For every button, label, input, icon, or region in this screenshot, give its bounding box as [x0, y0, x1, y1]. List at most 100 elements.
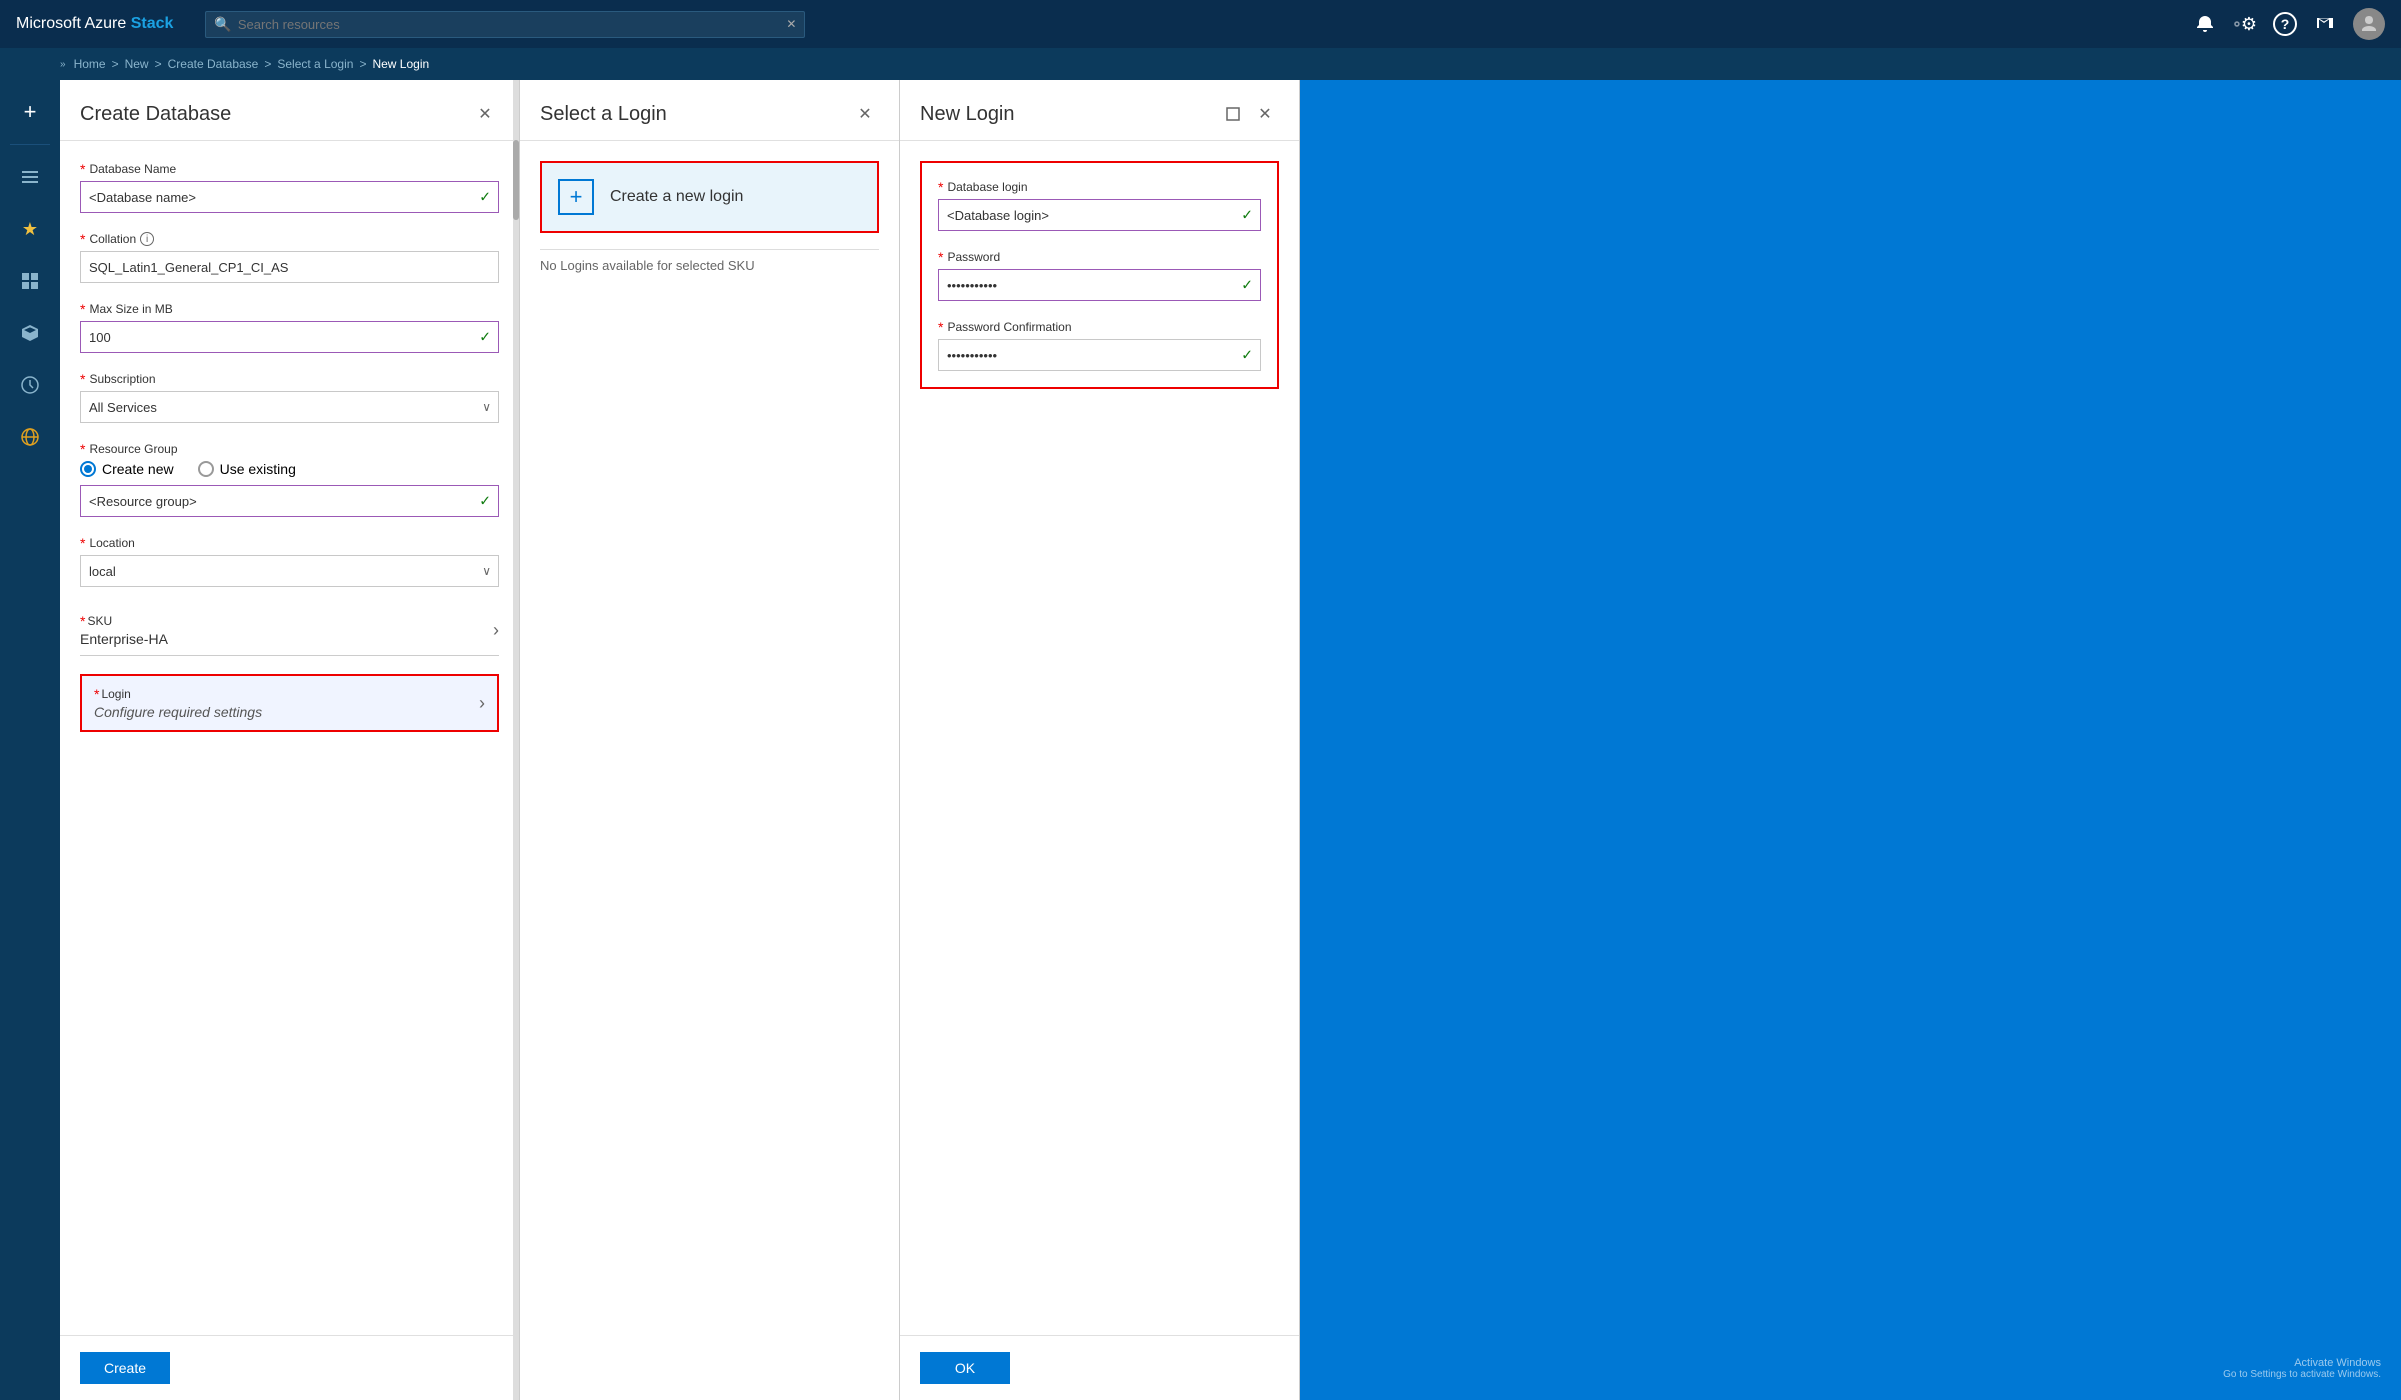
- no-logins-text: No Logins available for selected SKU: [540, 249, 879, 273]
- breadcrumb-new[interactable]: New: [125, 57, 149, 71]
- db-login-input-wrapper: ✓: [938, 199, 1261, 231]
- collation-input-wrapper: [80, 251, 499, 283]
- location-select-wrapper: local ∨: [80, 555, 499, 587]
- sidebar-favorites-icon[interactable]: ★: [6, 205, 54, 253]
- login-field[interactable]: * Login Configure required settings ›: [80, 674, 499, 732]
- database-name-check-icon: ✓: [479, 189, 491, 206]
- subscription-select[interactable]: All Services: [80, 391, 499, 423]
- resource-group-input-wrapper: ✓: [80, 485, 499, 517]
- database-name-input[interactable]: [80, 181, 499, 213]
- resource-group-use-existing-option[interactable]: Use existing: [198, 461, 296, 477]
- database-name-label: * Database Name: [80, 161, 499, 177]
- panel3-maximize-button[interactable]: [1219, 100, 1247, 128]
- activate-windows-subtext: Go to Settings to activate Windows.: [2223, 1369, 2381, 1380]
- activate-windows-text: Activate Windows: [2223, 1357, 2381, 1369]
- panel2-header: Select a Login ✕: [520, 80, 899, 141]
- panel1-scrollbar[interactable]: [513, 80, 519, 1400]
- sku-arrow-icon: ›: [493, 620, 499, 641]
- password-confirm-group: * Password Confirmation ✓: [938, 319, 1261, 371]
- maxsize-check-icon: ✓: [479, 329, 491, 346]
- create-login-plus-icon: +: [558, 179, 594, 215]
- sku-label: * SKU: [80, 613, 168, 629]
- panel3-footer: OK: [900, 1335, 1299, 1400]
- ok-button[interactable]: OK: [920, 1352, 1010, 1384]
- create-button[interactable]: Create: [80, 1352, 170, 1384]
- login-value: Configure required settings: [94, 704, 479, 720]
- new-login-form: * Database login ✓ * Password: [920, 161, 1279, 389]
- panel1-header: Create Database ✕: [60, 80, 519, 141]
- panel1-scroll-thumb[interactable]: [513, 140, 519, 220]
- collation-group: * Collation i: [80, 231, 499, 283]
- panel1-title: Create Database: [80, 103, 231, 126]
- settings-icon[interactable]: ⚙: [2233, 12, 2257, 36]
- breadcrumb-create-database[interactable]: Create Database: [168, 57, 259, 71]
- collation-input[interactable]: [80, 251, 499, 283]
- panel3-header: New Login ✕: [900, 80, 1299, 141]
- new-login-panel: New Login ✕ * Databas: [900, 80, 1300, 1400]
- breadcrumb-select-login[interactable]: Select a Login: [277, 57, 353, 71]
- db-login-input[interactable]: [938, 199, 1261, 231]
- password-confirm-label: * Password Confirmation: [938, 319, 1261, 335]
- password-input[interactable]: [938, 269, 1261, 301]
- sku-group: * SKU Enterprise-HA ›: [80, 605, 499, 656]
- db-login-label: * Database login: [938, 179, 1261, 195]
- maxsize-group: * Max Size in MB ✓: [80, 301, 499, 353]
- panel1-close-button[interactable]: ✕: [471, 100, 499, 128]
- database-name-group: * Database Name ✓: [80, 161, 499, 213]
- sidebar-globe-icon[interactable]: [6, 413, 54, 461]
- main-container: + ★: [0, 80, 2401, 1400]
- password-input-wrapper: ✓: [938, 269, 1261, 301]
- create-database-panel: Create Database ✕ * Database Name ✓: [60, 80, 520, 1400]
- resource-group-radio-group: Create new Use existing: [80, 461, 499, 477]
- use-existing-radio[interactable]: [198, 461, 214, 477]
- sidebar-resources-icon[interactable]: [6, 309, 54, 357]
- password-confirm-input-wrapper: ✓: [938, 339, 1261, 371]
- breadcrumb: » Home > New > Create Database > Select …: [0, 48, 2401, 80]
- breadcrumb-expand-icon[interactable]: »: [60, 59, 66, 70]
- content-area: Create Database ✕ * Database Name ✓: [60, 80, 2401, 1400]
- resource-group-group: * Resource Group Create new Use existing: [80, 441, 499, 517]
- sku-field[interactable]: * SKU Enterprise-HA ›: [80, 605, 499, 656]
- search-icon: 🔍: [214, 16, 231, 33]
- panel3-close-button[interactable]: ✕: [1251, 100, 1279, 128]
- help-icon[interactable]: ?: [2273, 12, 2297, 36]
- subscription-select-wrapper: All Services ∨: [80, 391, 499, 423]
- panel3-title: New Login: [920, 103, 1015, 126]
- panel2-body: + Create a new login No Logins available…: [520, 141, 899, 1400]
- sidebar-menu-icon[interactable]: [6, 153, 54, 201]
- avatar[interactable]: [2353, 8, 2385, 40]
- sidebar-activity-icon[interactable]: [6, 361, 54, 409]
- sidebar-separator: [10, 144, 50, 145]
- breadcrumb-home[interactable]: Home: [74, 57, 106, 71]
- password-check-icon: ✓: [1241, 277, 1253, 294]
- panel2-close-button[interactable]: ✕: [851, 100, 879, 128]
- sku-value: Enterprise-HA: [80, 631, 168, 647]
- search-bar[interactable]: 🔍 ✕: [205, 11, 805, 38]
- password-confirm-check-icon: ✓: [1241, 347, 1253, 364]
- search-clear-icon[interactable]: ✕: [786, 17, 796, 31]
- panel2-title: Select a Login: [540, 103, 667, 126]
- topbar: Microsoft Azure Stack 🔍 ✕ ⚙ ?: [0, 0, 2401, 48]
- database-name-input-wrapper: ✓: [80, 181, 499, 213]
- login-label: * Login: [94, 686, 479, 702]
- feedback-icon[interactable]: [2313, 12, 2337, 36]
- resource-group-check-icon: ✓: [479, 493, 491, 510]
- create-new-radio[interactable]: [80, 461, 96, 477]
- maxsize-label: * Max Size in MB: [80, 301, 499, 317]
- breadcrumb-current: New Login: [372, 57, 429, 71]
- search-input[interactable]: [238, 17, 783, 32]
- resource-group-create-new-option[interactable]: Create new: [80, 461, 174, 477]
- topbar-icons: ⚙ ?: [2193, 8, 2385, 40]
- password-confirm-input[interactable]: [938, 339, 1261, 371]
- location-label: * Location: [80, 535, 499, 551]
- collation-info-icon[interactable]: i: [140, 232, 154, 246]
- right-blue-area: Activate Windows Go to Settings to activ…: [1300, 80, 2401, 1400]
- sidebar-dashboard-icon[interactable]: [6, 257, 54, 305]
- maxsize-input[interactable]: [80, 321, 499, 353]
- create-new-login-card[interactable]: + Create a new login: [540, 161, 879, 233]
- location-select[interactable]: local: [80, 555, 499, 587]
- sidebar-add-button[interactable]: +: [6, 88, 54, 136]
- notifications-icon[interactable]: [2193, 12, 2217, 36]
- resource-group-input[interactable]: [80, 485, 499, 517]
- maxsize-input-wrapper: ✓: [80, 321, 499, 353]
